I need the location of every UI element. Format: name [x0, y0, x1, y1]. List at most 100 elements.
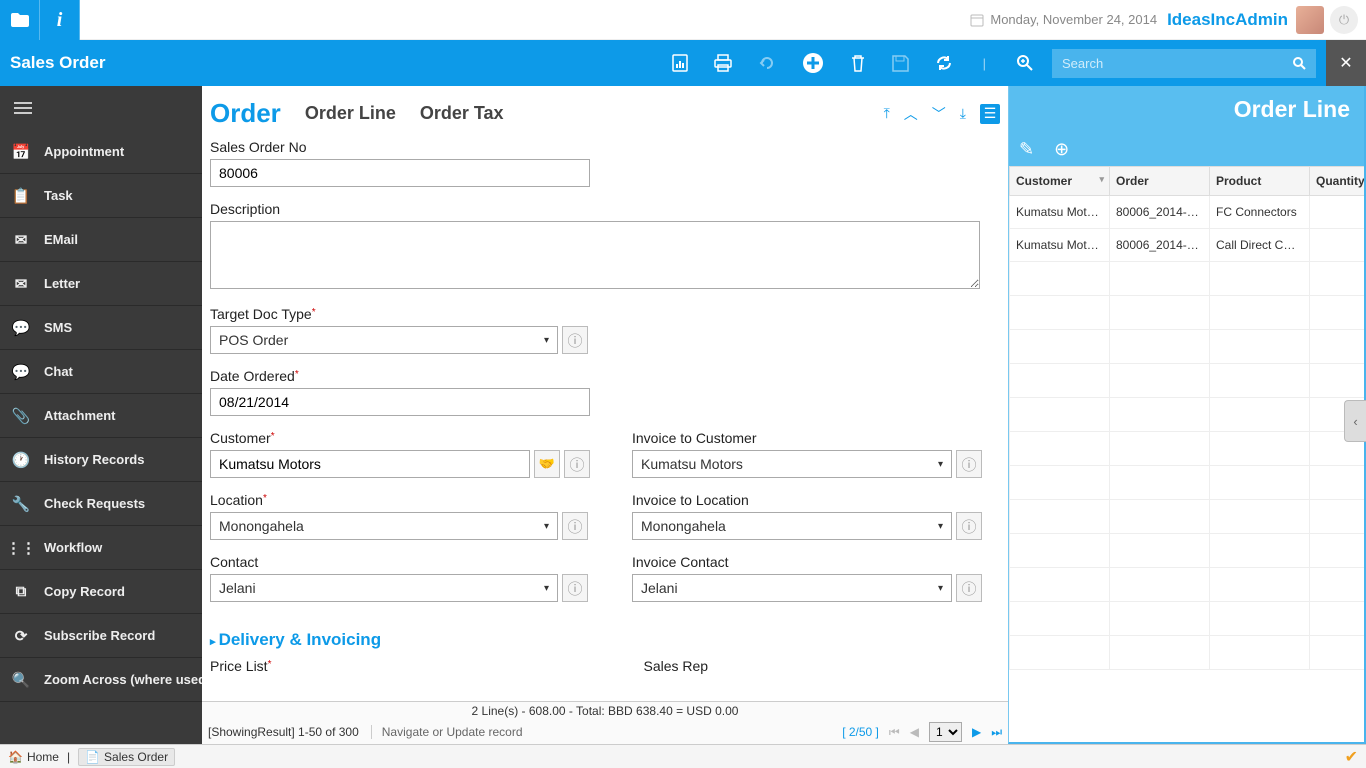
- invoice-contact-select[interactable]: Jelani: [632, 574, 952, 602]
- table-row: [1010, 466, 1365, 500]
- table-row: [1010, 500, 1365, 534]
- invoice-customer-label: Invoice to Customer: [632, 430, 982, 446]
- last-record-icon[interactable]: ⤓: [960, 105, 966, 122]
- col-quantity[interactable]: Quantity: [1310, 167, 1365, 196]
- sms-icon: 💬: [12, 319, 30, 337]
- history-icon: 🕐: [12, 451, 30, 469]
- date-ordered-input[interactable]: [210, 388, 590, 416]
- prev-record-icon[interactable]: ︿: [904, 104, 918, 124]
- tab-order-line[interactable]: Order Line: [305, 103, 396, 124]
- prev-page-icon[interactable]: ◀: [910, 725, 919, 739]
- sidebar-item-attachment[interactable]: 📎Attachment: [0, 394, 202, 438]
- info-icon[interactable]: ⓘ: [956, 574, 982, 602]
- invoice-customer-select[interactable]: Kumatsu Motors: [632, 450, 952, 478]
- folder-button[interactable]: [0, 0, 40, 40]
- last-page-icon[interactable]: ⏭: [991, 725, 1002, 740]
- sales-order-no-input[interactable]: [210, 159, 590, 187]
- main-content: Order Order Line Order Tax ⤒ ︿ ﹀ ⤓ ☰ Sal…: [202, 86, 1008, 744]
- table-row: [1010, 602, 1365, 636]
- info-button[interactable]: i: [40, 0, 80, 40]
- sidebar-item-copy[interactable]: ⧉Copy Record: [0, 570, 202, 614]
- info-icon[interactable]: ⓘ: [562, 326, 588, 354]
- target-doc-type-label: Target Doc Type: [210, 306, 996, 322]
- breadcrumb-sales-order[interactable]: 📄 Sales Order: [78, 748, 175, 766]
- sidebar-item-sms[interactable]: 💬SMS: [0, 306, 202, 350]
- sidebar-item-letter[interactable]: ✉Letter: [0, 262, 202, 306]
- menu-toggle[interactable]: [0, 86, 202, 130]
- first-record-icon[interactable]: ⤒: [884, 105, 890, 122]
- target-doc-type-select[interactable]: POS Order: [210, 326, 558, 354]
- refresh-icon[interactable]: [935, 54, 953, 72]
- report-icon[interactable]: [672, 54, 688, 72]
- envelope-icon: ✉: [12, 275, 30, 293]
- sidebar-item-email[interactable]: ✉EMail: [0, 218, 202, 262]
- tab-order-tax[interactable]: Order Tax: [420, 103, 504, 124]
- sidebar-item-appointment[interactable]: 📅Appointment: [0, 130, 202, 174]
- description-input[interactable]: [210, 221, 980, 289]
- copy-icon: ⧉: [12, 583, 30, 600]
- sidebar-item-history[interactable]: 🕐History Records: [0, 438, 202, 482]
- add-icon[interactable]: ⊕: [1054, 139, 1069, 160]
- sales-order-no-label: Sales Order No: [210, 139, 996, 155]
- summary-totals: 2 Line(s) - 608.00 - Total: BBD 638.40 =…: [202, 702, 1008, 720]
- search-input[interactable]: [1052, 49, 1282, 78]
- description-label: Description: [210, 201, 996, 217]
- close-button[interactable]: ✕: [1326, 40, 1366, 86]
- info-icon[interactable]: ⓘ: [562, 574, 588, 602]
- avatar[interactable]: [1296, 6, 1324, 34]
- tab-bar: Order Order Line Order Tax ⤒ ︿ ﹀ ⤓ ☰: [202, 86, 1008, 135]
- invoice-location-label: Invoice to Location: [632, 492, 982, 508]
- edit-icon[interactable]: ✎: [1019, 139, 1034, 160]
- sidebar-item-subscribe[interactable]: ⟳Subscribe Record: [0, 614, 202, 658]
- sidebar-item-task[interactable]: 📋Task: [0, 174, 202, 218]
- invoice-contact-label: Invoice Contact: [632, 554, 982, 570]
- info-icon[interactable]: ⓘ: [956, 512, 982, 540]
- tab-order[interactable]: Order: [210, 98, 281, 129]
- first-page-icon[interactable]: ⏮: [889, 725, 900, 740]
- contact-select[interactable]: Jelani: [210, 574, 558, 602]
- table-row: [1010, 636, 1365, 670]
- search-button[interactable]: [1282, 49, 1316, 78]
- col-customer[interactable]: Customer: [1010, 167, 1110, 196]
- breadcrumb-home[interactable]: 🏠 Home: [8, 750, 59, 764]
- section-delivery-invoicing[interactable]: Delivery & Invoicing: [210, 630, 996, 650]
- info-icon[interactable]: ⓘ: [564, 450, 590, 478]
- col-product[interactable]: Product: [1210, 167, 1310, 196]
- user-name[interactable]: IdeasIncAdmin: [1167, 10, 1288, 30]
- new-icon[interactable]: [802, 52, 824, 74]
- invoice-location-select[interactable]: Monongahela: [632, 512, 952, 540]
- next-page-icon[interactable]: ▶: [972, 725, 981, 739]
- location-select[interactable]: Monongahela: [210, 512, 558, 540]
- page-title: Sales Order: [10, 53, 105, 73]
- separator: |: [983, 56, 986, 71]
- customer-input[interactable]: [210, 450, 530, 478]
- page-select[interactable]: 1: [929, 722, 962, 742]
- sidebar-item-check-requests[interactable]: 🔧Check Requests: [0, 482, 202, 526]
- table-row[interactable]: Kumatsu Motors80006_2014-08-21Call Direc…: [1010, 229, 1365, 262]
- mail-icon: ✉: [12, 231, 30, 249]
- collapse-panel-button[interactable]: ‹: [1344, 400, 1366, 442]
- summary-bar: 2 Line(s) - 608.00 - Total: BBD 638.40 =…: [202, 701, 1008, 744]
- find-icon[interactable]: [1016, 54, 1034, 72]
- customer-label: Customer: [210, 430, 590, 446]
- save-icon[interactable]: [892, 55, 909, 72]
- print-icon[interactable]: [714, 54, 732, 72]
- sidebar-item-chat[interactable]: 💬Chat: [0, 350, 202, 394]
- chat-icon: 💬: [12, 363, 30, 381]
- next-record-icon[interactable]: ﹀: [932, 104, 946, 124]
- info-icon[interactable]: ⓘ: [562, 512, 588, 540]
- col-order[interactable]: Order: [1110, 167, 1210, 196]
- table-row[interactable]: Kumatsu Motors80006_2014-08-21FC Connect…: [1010, 196, 1365, 229]
- power-button[interactable]: ⏻: [1330, 6, 1358, 34]
- folder-icon: [11, 13, 29, 27]
- sidebar-item-workflow[interactable]: ⋮⋮Workflow: [0, 526, 202, 570]
- info-icon[interactable]: ⓘ: [956, 450, 982, 478]
- sidebar-item-zoom-across[interactable]: 🔍Zoom Across (where used): [0, 658, 202, 702]
- delete-icon[interactable]: [850, 54, 866, 72]
- page-indicator: [ 2/50 ]: [842, 725, 879, 739]
- list-toggle-icon[interactable]: ☰: [980, 104, 1000, 124]
- undo-icon[interactable]: [758, 54, 776, 72]
- table-row: [1010, 398, 1365, 432]
- handshake-icon[interactable]: 🤝: [534, 450, 560, 478]
- contact-label: Contact: [210, 554, 590, 570]
